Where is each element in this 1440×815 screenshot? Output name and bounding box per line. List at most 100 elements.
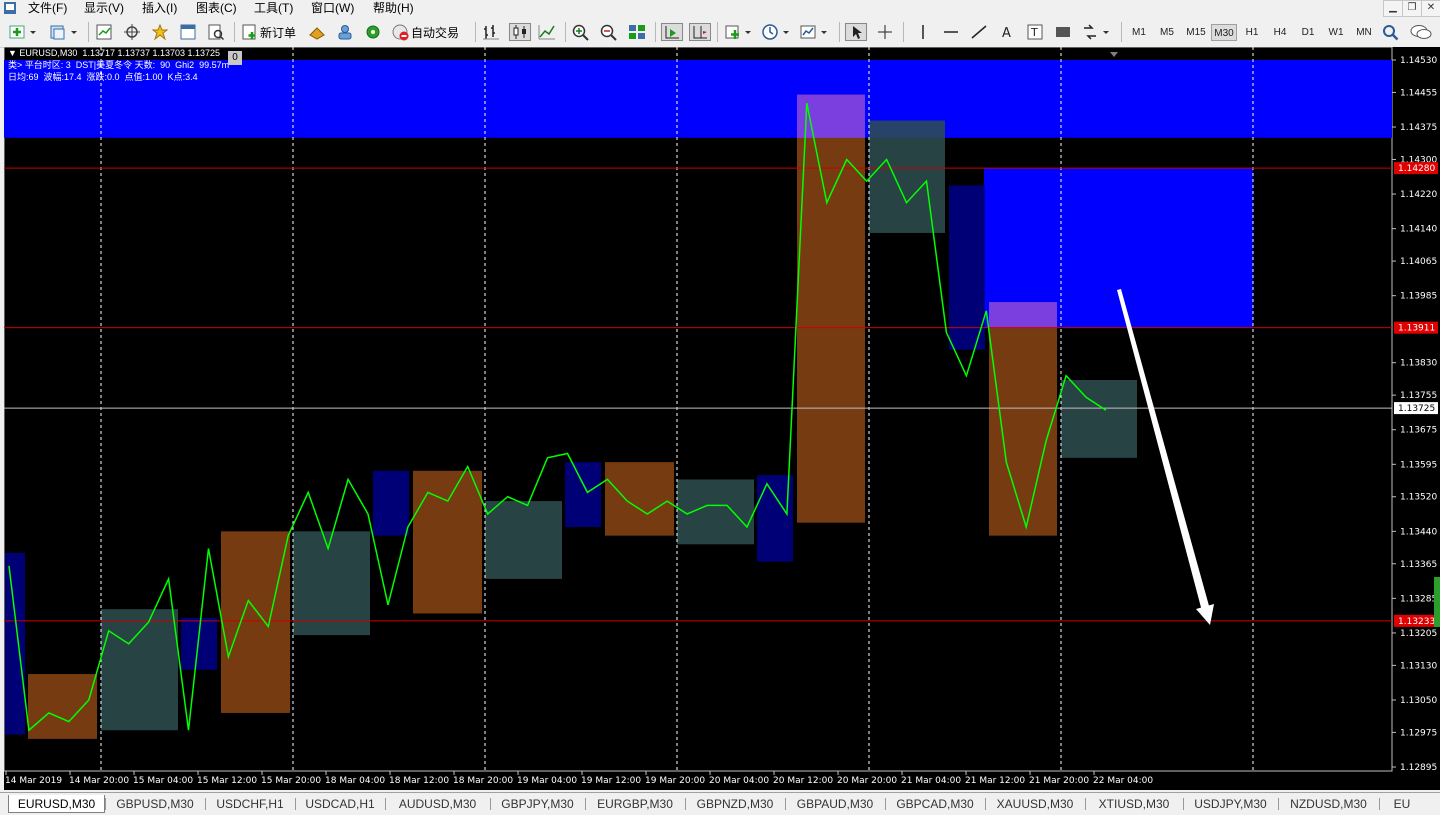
zone-rect xyxy=(605,462,674,536)
search-button[interactable] xyxy=(1381,21,1401,43)
menu-view[interactable]: 显示(V) xyxy=(84,1,124,15)
tile-windows-button[interactable] xyxy=(627,21,647,43)
timeframe-m30[interactable]: M30 xyxy=(1211,24,1237,41)
bar-chart-button[interactable] xyxy=(481,21,501,43)
tab-gbpnzd-m30[interactable]: GBPNZD,M30 xyxy=(688,795,782,813)
tab-usdcad-h1[interactable]: USDCAD,H1 xyxy=(298,795,382,813)
crosshair-button[interactable] xyxy=(875,21,895,43)
new-order-button[interactable]: 新订单 xyxy=(240,21,296,43)
tab-gbpaud-m30[interactable]: GBPAUD,M30 xyxy=(788,795,882,813)
timeframe-m1[interactable]: M1 xyxy=(1126,24,1152,41)
zoom-in-button[interactable] xyxy=(571,21,591,43)
tab-gbpcad-m30[interactable]: GBPCAD,M30 xyxy=(888,795,982,813)
navigator-button[interactable] xyxy=(150,21,170,43)
zone-rect xyxy=(485,501,562,579)
timeframe-mn[interactable]: MN xyxy=(1351,24,1377,41)
price-axis-label: 1.13755 xyxy=(1400,391,1437,401)
zoom-in-icon xyxy=(572,24,589,41)
indicators-button[interactable] xyxy=(723,21,755,43)
chart-shift-button[interactable] xyxy=(689,21,711,43)
zone-rect xyxy=(565,462,601,528)
history-center-button[interactable] xyxy=(307,21,327,43)
tab-usdjpy-m30[interactable]: USDJPY,M30 xyxy=(1186,795,1275,813)
menu-file[interactable]: 文件(F) xyxy=(28,1,67,15)
restore-icon[interactable]: ❐ xyxy=(1402,0,1422,17)
time-axis-label: 18 Mar 12:00 xyxy=(389,776,449,786)
antenna-icon xyxy=(366,25,380,39)
timeframe-w1[interactable]: W1 xyxy=(1323,24,1349,41)
tab-xauusd-m30[interactable]: XAUUSD,M30 xyxy=(988,795,1082,813)
menu-insert[interactable]: 插入(I) xyxy=(142,1,177,15)
terminal-button[interactable] xyxy=(178,21,198,43)
cursor-button[interactable] xyxy=(845,21,867,43)
candlestick-button[interactable] xyxy=(509,21,531,43)
line-chart-button[interactable] xyxy=(537,21,557,43)
tab-separator xyxy=(1183,798,1184,810)
tab-eu[interactable]: EU xyxy=(1382,795,1422,813)
market-button[interactable] xyxy=(363,21,383,43)
timeframe-m5[interactable]: M5 xyxy=(1154,24,1180,41)
time-axis-label: 20 Mar 12:00 xyxy=(773,776,833,786)
auto-scroll-button[interactable] xyxy=(661,21,683,43)
timeframe-d1[interactable]: D1 xyxy=(1295,24,1321,41)
tab-separator xyxy=(585,798,586,810)
periods-button[interactable] xyxy=(761,21,793,43)
timeframe-h4[interactable]: H4 xyxy=(1267,24,1293,41)
arrows-button[interactable] xyxy=(1081,21,1113,43)
menu-tools[interactable]: 工具(T) xyxy=(254,1,293,15)
templates-button[interactable] xyxy=(799,21,831,43)
chat-button[interactable] xyxy=(1409,21,1433,43)
market-watch-button[interactable] xyxy=(94,21,114,43)
zoom-out-button[interactable] xyxy=(599,21,619,43)
info-line-2: 日均:69 波幅:17.4 涨跌:0.0 点值:1.00 K点:3.4 xyxy=(8,72,198,82)
zone-rect xyxy=(181,617,217,670)
new-chart-button[interactable] xyxy=(8,21,38,43)
chart-canvas[interactable]: 1.145301.144551.143751.143001.142201.141… xyxy=(4,47,1440,790)
tab-gbpusd-m30[interactable]: GBPUSD,M30 xyxy=(108,795,202,813)
trendline-button[interactable] xyxy=(969,21,989,43)
time-axis-label: 18 Mar 04:00 xyxy=(325,776,385,786)
close-icon[interactable]: ✕ xyxy=(1421,0,1440,17)
crosshair-icon xyxy=(878,25,892,39)
tab-nzdusd-m30[interactable]: NZDUSD,M30 xyxy=(1281,795,1376,813)
equidistant-channel-button[interactable]: A xyxy=(997,21,1017,43)
vertical-line-button[interactable] xyxy=(913,21,933,43)
chat-bubble-icon xyxy=(1410,25,1432,39)
data-window-button[interactable] xyxy=(122,21,142,43)
symbol-quote-line: EURUSD,M30 1.13717 1.13737 1.13703 1.137… xyxy=(19,48,221,58)
menu-help[interactable]: 帮助(H) xyxy=(373,1,414,15)
timeframe-m15[interactable]: M15 xyxy=(1182,24,1210,41)
collapse-triangle-icon[interactable]: ▼ xyxy=(8,48,19,58)
zone-rect xyxy=(28,674,97,739)
rectangle-button[interactable] xyxy=(1053,21,1073,43)
tab-xtiusd-m30[interactable]: XTIUSD,M30 xyxy=(1088,795,1180,813)
tab-eurusd-m30[interactable]: EURUSD,M30 xyxy=(8,795,105,813)
minimize-icon[interactable]: ▁ xyxy=(1383,0,1403,17)
tab-audusd-m30[interactable]: AUDUSD,M30 xyxy=(388,795,487,813)
menu-charts[interactable]: 图表(C) xyxy=(196,1,237,15)
strategy-tester-button[interactable] xyxy=(206,21,226,43)
menu-window[interactable]: 窗口(W) xyxy=(311,1,354,15)
price-line-tag-label: 1.13233 xyxy=(1398,617,1435,627)
magnifier-doc-icon xyxy=(208,24,225,41)
tab-separator xyxy=(885,798,886,810)
horizontal-line-button[interactable] xyxy=(941,21,961,43)
terminal-window-icon xyxy=(180,24,196,40)
tab-separator xyxy=(1379,798,1380,810)
tab-separator xyxy=(205,798,206,810)
price-axis-label: 1.13130 xyxy=(1400,661,1437,671)
auto-trading-button[interactable]: 自动交易 xyxy=(391,21,459,43)
time-axis-label: 18 Mar 20:00 xyxy=(453,776,513,786)
tab-eurgbp-m30[interactable]: EURGBP,M30 xyxy=(588,795,682,813)
text-label-button[interactable]: T xyxy=(1025,21,1045,43)
price-axis-label: 1.14140 xyxy=(1400,225,1437,235)
tab-usdchf-h1[interactable]: USDCHF,H1 xyxy=(208,795,292,813)
timeframe-h1[interactable]: H1 xyxy=(1239,24,1265,41)
profiles-button[interactable] xyxy=(48,21,80,43)
tab-gbpjpy-m30[interactable]: GBPJPY,M30 xyxy=(493,795,582,813)
price-chart[interactable]: 1.14530 1.14455 1.14375 1.14300 1.14220 1.141… xyxy=(4,47,1440,790)
price-axis-label: 1.13830 xyxy=(1400,359,1437,369)
tab-separator xyxy=(985,798,986,810)
terminal-app-icon[interactable] xyxy=(3,1,17,15)
signals-button[interactable] xyxy=(335,21,355,43)
